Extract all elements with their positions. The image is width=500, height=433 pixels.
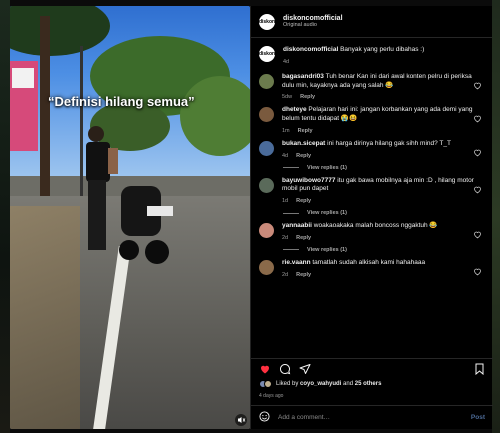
commenter-avatar[interactable] <box>259 140 274 156</box>
like-comment-icon[interactable] <box>473 181 482 193</box>
comment-time: 2d <box>282 234 289 241</box>
comment-item: dheteye Pelajaran hari ini: jangan korba… <box>259 106 484 134</box>
reply-button[interactable]: Reply <box>296 198 311 204</box>
reply-button[interactable]: Reply <box>296 235 311 241</box>
commenter-avatar[interactable] <box>259 259 274 275</box>
commenter-avatar[interactable] <box>259 107 274 123</box>
comment-item: bukan.sicepat ini harga dirinya hilang g… <box>259 140 484 159</box>
reel-video[interactable]: “Definisi hilang semua” <box>10 6 250 429</box>
comment-icon[interactable] <box>279 363 291 375</box>
post-comment-button[interactable]: Post <box>471 414 485 421</box>
commenter-avatar[interactable] <box>259 73 274 89</box>
caption-username[interactable]: diskoncomofficial <box>283 46 338 53</box>
commenter-avatar[interactable] <box>259 177 274 193</box>
video-sidewalk <box>10 206 80 429</box>
commenter-username[interactable]: bagasandri03 <box>282 73 324 80</box>
commenter-username[interactable]: bayuwibowo7777 <box>282 177 335 184</box>
author-info: diskoncomofficial Original audio <box>283 15 343 29</box>
view-replies-link[interactable]: View replies (1) <box>283 247 484 253</box>
comment-time: 4d <box>282 152 289 159</box>
view-replies-link[interactable]: View replies (1) <box>283 210 484 216</box>
comment-time: 1m <box>282 127 290 134</box>
background-left <box>0 0 10 433</box>
reply-button[interactable]: Reply <box>300 94 315 100</box>
background-right <box>492 0 500 433</box>
comment-list: diskon diskoncomofficial Banyak yang per… <box>251 38 492 278</box>
comment-text: Pelajaran hari ini: jangan korbankan yan… <box>282 106 473 123</box>
add-comment-input[interactable]: Add a comment… <box>278 414 471 421</box>
comment-time: 1d <box>282 198 289 205</box>
caption-text: Banyak yang perlu dibahas :) <box>340 46 425 53</box>
commenter-avatar[interactable] <box>259 223 274 239</box>
likes-count[interactable]: 25 others <box>355 381 382 387</box>
reply-button[interactable]: Reply <box>296 272 311 278</box>
like-comment-icon[interactable] <box>473 77 482 90</box>
like-comment-icon[interactable] <box>473 144 482 157</box>
comment-item: rie.vaann tamatlah sudah alkisah kami ha… <box>259 259 484 278</box>
like-comment-icon[interactable] <box>473 263 482 276</box>
action-bar <box>251 358 493 378</box>
author-avatar[interactable]: diskon <box>259 13 275 30</box>
comment-text: woakaoakaka malah boncoss nggaktuh 😂 <box>313 222 438 230</box>
video-text-overlay: “Definisi hilang semua” <box>48 94 195 109</box>
comments-panel: diskon diskoncomofficial Original audio … <box>250 6 493 429</box>
share-icon[interactable] <box>299 363 311 375</box>
liker-avatar <box>264 380 272 388</box>
mute-icon[interactable] <box>234 413 248 427</box>
view-replies-link[interactable]: View replies (1) <box>283 165 484 171</box>
likes-summary: Liked by coyo_wahyudi and 25 others <box>259 380 381 388</box>
comment-item: bagasandri03 Tuh benar Kan ini dari awal… <box>259 73 484 101</box>
commenter-username[interactable]: yannaabii <box>282 222 312 229</box>
comment-text: tamatlah sudah alkisah kami hahahaaa <box>312 258 426 266</box>
commenter-username[interactable]: dheteye <box>282 106 307 113</box>
liker-username[interactable]: coyo_wahyudi <box>300 381 341 387</box>
reply-button[interactable]: Reply <box>296 153 311 159</box>
comment-text: ini harga dirinya hilang gak sihh mind? … <box>327 139 451 147</box>
comment-item: bayuwibowo7777 itu gak bawa mobilnya aja… <box>259 177 484 205</box>
comment-time: 2d <box>282 271 289 278</box>
like-comment-icon[interactable] <box>473 226 482 239</box>
post-timestamp: 4 days ago <box>259 393 284 399</box>
reply-button[interactable]: Reply <box>298 128 313 134</box>
bookmark-icon[interactable] <box>473 363 485 375</box>
caption-time: 4d <box>283 58 290 65</box>
commenter-username[interactable]: bukan.sicepat <box>282 140 325 147</box>
author-username[interactable]: diskoncomofficial <box>283 15 343 23</box>
post-caption: diskon diskoncomofficial Banyak yang per… <box>259 46 484 65</box>
comment-item: yannaabii woakaoakaka malah boncoss ngga… <box>259 222 484 241</box>
smile-icon[interactable] <box>259 409 270 427</box>
caption-avatar[interactable]: diskon <box>259 46 275 62</box>
comment-time: 5dw <box>282 94 293 101</box>
like-comment-icon[interactable] <box>473 110 482 123</box>
audio-label[interactable]: Original audio <box>283 22 343 28</box>
commenter-username[interactable]: rie.vaann <box>282 259 311 266</box>
post-header: diskon diskoncomofficial Original audio <box>251 6 492 38</box>
heart-icon[interactable] <box>259 363 271 375</box>
add-comment-bar: Add a comment… Post <box>251 405 493 429</box>
video-motorbike <box>119 186 173 264</box>
instagram-post-view: “Definisi hilang semua” diskon diskoncom… <box>0 0 500 433</box>
